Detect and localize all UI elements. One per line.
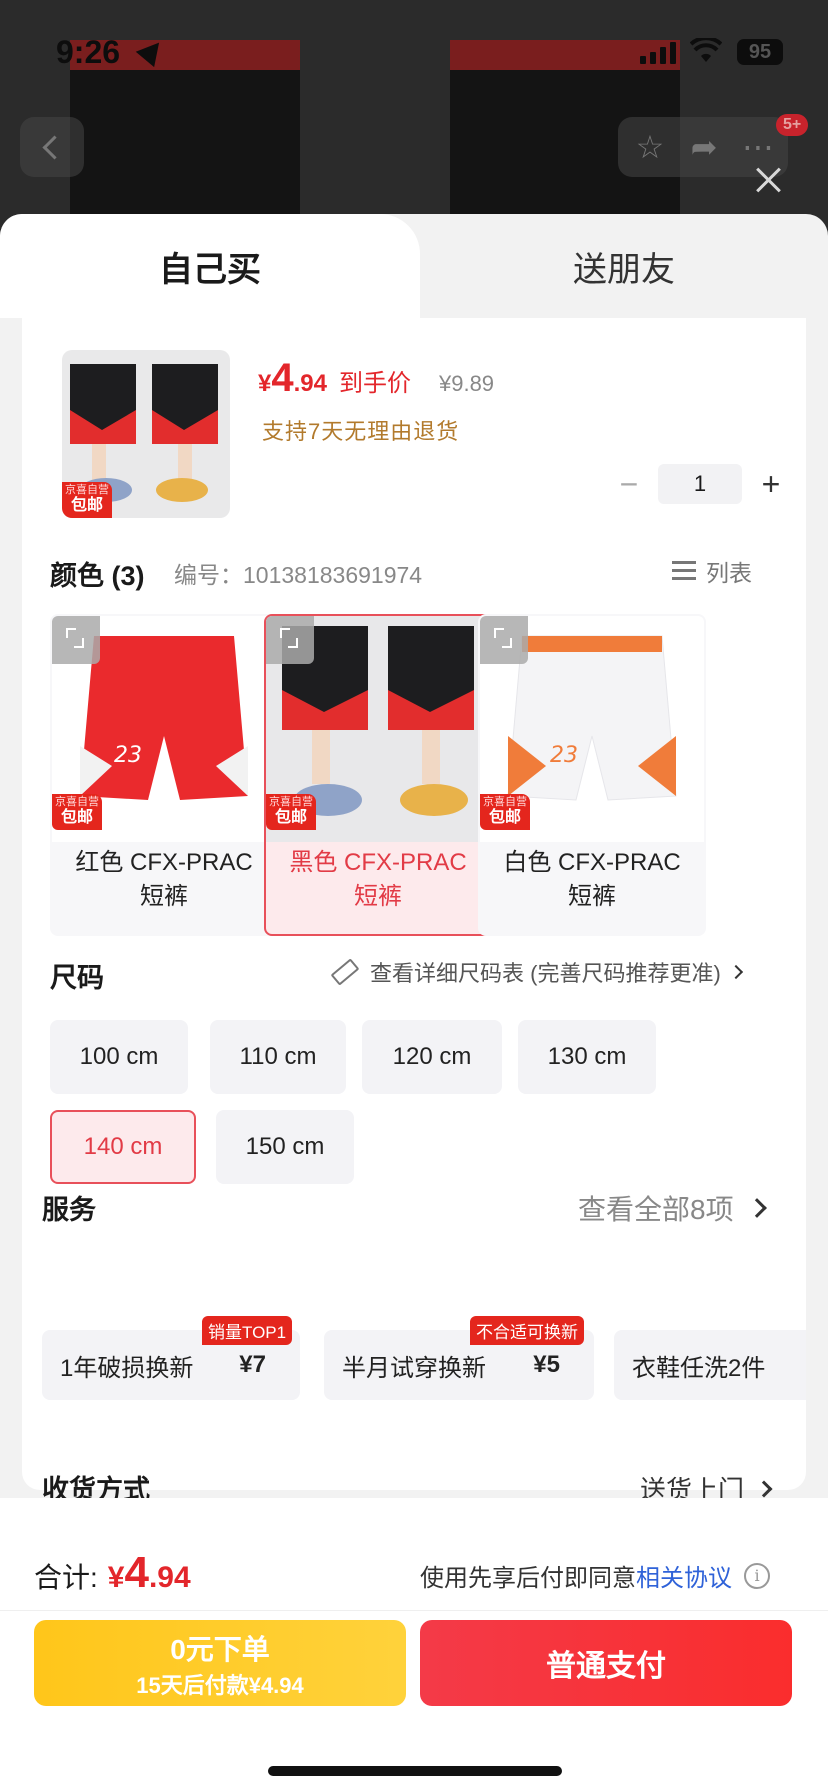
list-view-toggle[interactable]: 列表 <box>672 554 752 588</box>
total-integer: 4 <box>124 1548 149 1597</box>
product-thumbnail: 京喜自营 包邮 <box>62 350 230 518</box>
close-icon[interactable] <box>752 164 784 196</box>
list-icon <box>672 559 696 583</box>
agreement-link[interactable]: 相关协议 <box>636 1558 732 1593</box>
service-section-title: 服务 <box>42 1195 96 1225</box>
color-option-black[interactable]: 京喜自营 包邮 黑色 CFX-PRAC 短裤 <box>264 614 492 936</box>
status-time: 9:26 <box>56 34 121 70</box>
final-price-label: 到手价 <box>338 370 411 397</box>
jd-self-run-tag: 京喜自营 包邮 <box>52 794 102 830</box>
quantity-value[interactable]: 1 <box>658 464 742 504</box>
price-currency: ¥ <box>258 370 272 397</box>
share-icon[interactable]: ➦ <box>676 117 732 177</box>
pay-later-button[interactable]: 0元下单 15天后付款¥4.94 <box>34 1620 406 1706</box>
service-name: 半月试穿换新 <box>342 1354 486 1382</box>
pay-later-subtitle: 15天后付款¥4.94 <box>136 1673 304 1698</box>
jd-self-run-tag: 京喜自营 包邮 <box>266 794 316 830</box>
checkout-bar: 合计: ¥ 4 .94 使用先享后付即同意 相关协议 i 0元下单 15天后付款… <box>0 1498 828 1792</box>
service-price: ¥7 <box>239 1351 266 1378</box>
normal-pay-button[interactable]: 普通支付 <box>420 1620 792 1706</box>
tab-gift-friend[interactable]: 送朋友 <box>420 214 828 318</box>
zoom-icon[interactable] <box>480 616 528 664</box>
size-chart-link-label: 查看详细尺码表 (完善尺码推荐更准) <box>370 961 721 986</box>
quantity-stepper: − 1 + <box>608 464 792 504</box>
back-button[interactable] <box>20 117 84 177</box>
ruler-icon <box>330 958 360 986</box>
color-option-image: 23 京喜自营 包邮 <box>480 616 704 842</box>
color-option-label: 白色 CFX-PRAC 短裤 <box>503 849 681 910</box>
original-price: ¥9.89 <box>438 371 495 396</box>
service-name: 衣鞋任洗2件 <box>632 1354 766 1382</box>
color-option-image: 京喜自营 包邮 <box>266 616 490 842</box>
status-bar: 9:26 95 <box>0 0 828 100</box>
star-icon[interactable]: ☆ <box>622 117 678 177</box>
total-price: 合计: ¥ 4 .94 <box>34 1548 191 1598</box>
product-code: 编号：10138183691974 <box>174 562 423 588</box>
color-option-image: 23 京喜自营 包邮 <box>52 616 276 842</box>
chevron-right-icon <box>755 1480 773 1497</box>
list-toggle-label: 列表 <box>706 560 752 586</box>
battery-icon: 95 <box>737 39 783 65</box>
price-integer: 4 <box>271 356 294 400</box>
svg-text:23: 23 <box>550 743 578 768</box>
chevron-right-icon <box>746 1198 767 1218</box>
service-badge: 不合适可换新 <box>470 1316 584 1345</box>
color-option-red[interactable]: 23 京喜自营 包邮 红色 CFX-PRAC 短裤 <box>50 614 278 936</box>
color-option-label: 红色 CFX-PRAC 短裤 <box>75 849 253 910</box>
location-arrow-icon <box>135 34 169 68</box>
home-indicator <box>268 1766 562 1776</box>
agreement-notice: 使用先享后付即同意 相关协议 i <box>420 1558 770 1593</box>
jd-self-run-tag: 京喜自营 包邮 <box>62 482 112 518</box>
jd-self-run-tag: 京喜自营 包邮 <box>480 794 530 830</box>
service-badge: 销量TOP1 <box>202 1316 293 1345</box>
size-option-100[interactable]: 100 cm <box>50 1020 188 1094</box>
size-option-130[interactable]: 130 cm <box>518 1020 656 1094</box>
wifi-icon <box>690 38 722 62</box>
options-card: 京喜自营 包邮 ¥ 4 .94 到手价 ¥9.89 支持7天无理由退货 − 1 … <box>22 318 806 1505</box>
chevron-right-icon <box>728 964 743 980</box>
service-option-damage-replace[interactable]: 1年破损换新 ¥7 销量TOP1 <box>42 1316 300 1400</box>
message-badge: 5+ <box>776 114 809 136</box>
plus-icon[interactable]: + <box>750 464 792 504</box>
tab-buy-self[interactable]: 自己买 <box>0 214 420 318</box>
color-section-title: 颜色 (3) <box>50 561 145 591</box>
divider <box>0 1610 828 1611</box>
agreement-text: 使用先享后付即同意 <box>420 1565 636 1592</box>
signal-icon <box>640 42 676 64</box>
size-chart-link[interactable]: 查看详细尺码表 (完善尺码推荐更准) <box>330 956 743 988</box>
price-decimal: .94 <box>293 370 327 397</box>
info-icon[interactable]: i <box>744 1562 770 1589</box>
service-price: ¥5 <box>533 1351 560 1378</box>
size-option-150[interactable]: 150 cm <box>216 1110 354 1184</box>
size-section-title: 尺码 <box>50 963 104 993</box>
size-option-120[interactable]: 120 cm <box>362 1020 502 1094</box>
total-label: 合计: <box>34 1562 98 1593</box>
service-option-trial-replace[interactable]: 半月试穿换新 ¥5 不合适可换新 <box>324 1316 594 1400</box>
total-currency: ¥ <box>107 1561 125 1594</box>
service-name: 1年破损换新 <box>60 1354 194 1382</box>
color-option-label: 黑色 CFX-PRAC 短裤 <box>289 849 467 910</box>
price-row: ¥ 4 .94 到手价 ¥9.89 <box>258 356 494 401</box>
purchase-tabs: 自己买 送朋友 <box>0 214 828 318</box>
total-decimal: .94 <box>148 1561 191 1594</box>
view-all-services-label: 查看全部8项 <box>578 1194 734 1225</box>
minus-icon[interactable]: − <box>608 464 650 504</box>
return-policy: 支持7天无理由退货 <box>262 419 460 444</box>
size-option-110[interactable]: 110 cm <box>210 1020 346 1094</box>
view-all-services[interactable]: 查看全部8项 <box>578 1188 767 1228</box>
zoom-icon[interactable] <box>266 616 314 664</box>
service-option-laundry[interactable]: 衣鞋任洗2件 <box>614 1330 806 1400</box>
zoom-icon[interactable] <box>52 616 100 664</box>
pay-later-title: 0元下单 <box>170 1634 270 1665</box>
svg-text:23: 23 <box>114 743 142 768</box>
size-option-140[interactable]: 140 cm <box>50 1110 196 1184</box>
color-option-white[interactable]: 23 京喜自营 包邮 白色 CFX-PRAC 短裤 <box>478 614 706 936</box>
